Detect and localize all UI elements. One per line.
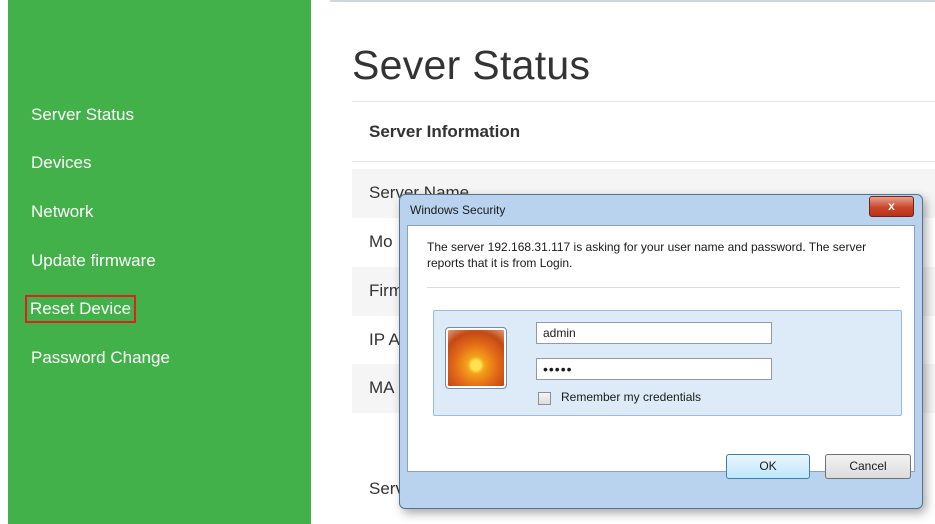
sidebar-item-server-status[interactable]: Server Status (31, 104, 134, 126)
dialog-body: The server 192.168.31.117 is asking for … (407, 225, 915, 472)
row-label: MA (369, 378, 395, 397)
windows-security-dialog: Windows Security x The server 192.168.31… (399, 194, 923, 509)
credentials-panel: Remember my credentials (433, 310, 902, 416)
password-field[interactable] (536, 358, 772, 380)
row-label: IP A (369, 330, 400, 349)
page-title: Sever Status (352, 42, 591, 88)
message-divider (427, 287, 900, 288)
sidebar-item-devices[interactable]: Devices (31, 152, 91, 174)
sidebar: Server Status Devices Network Update fir… (8, 0, 311, 524)
dialog-title: Windows Security (410, 203, 506, 217)
top-divider (330, 0, 935, 2)
sidebar-item-reset-device[interactable]: Reset Device (24, 295, 137, 323)
row-label: Firm (369, 281, 403, 300)
title-divider (352, 101, 935, 102)
sidebar-item-password-change[interactable]: Password Change (31, 347, 170, 369)
remember-credentials-label: Remember my credentials (561, 390, 702, 404)
close-button[interactable]: x (869, 196, 914, 217)
username-field[interactable] (536, 322, 772, 344)
ok-button[interactable]: OK (726, 454, 810, 479)
cancel-button[interactable]: Cancel (825, 454, 911, 479)
sidebar-item-update-firmware[interactable]: Update firmware (31, 250, 156, 272)
section-divider (352, 161, 935, 162)
sidebar-item-network[interactable]: Network (31, 201, 93, 223)
user-tile-icon (445, 327, 507, 389)
dialog-message: The server 192.168.31.117 is asking for … (427, 240, 867, 270)
row-label: Mo (369, 232, 393, 251)
remember-credentials-checkbox[interactable] (538, 392, 551, 405)
close-icon: x (888, 199, 895, 213)
section-heading: Server Information (369, 122, 521, 141)
